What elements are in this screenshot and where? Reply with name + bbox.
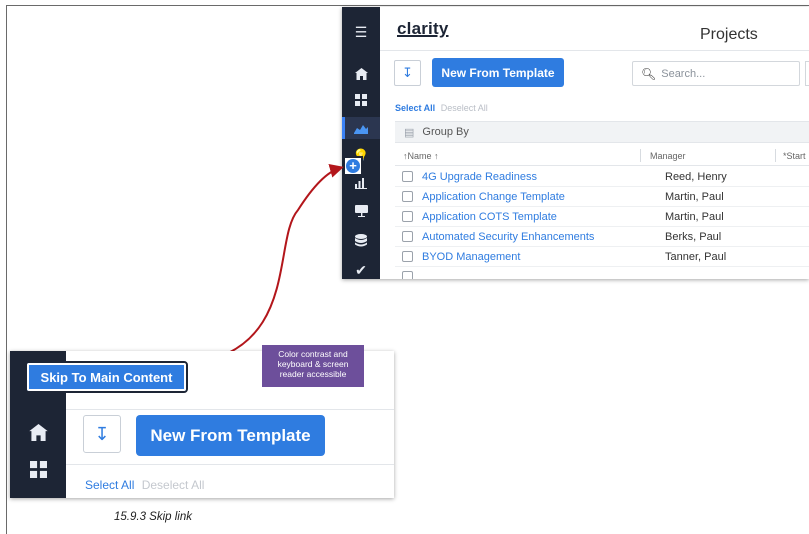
table-row[interactable]: Application COTS Template Martin, Paul	[395, 207, 809, 227]
group-by-label: Group By	[422, 126, 469, 138]
presentation-icon[interactable]	[342, 200, 380, 222]
manager-cell: Tanner, Paul	[665, 251, 727, 263]
select-all-link[interactable]: Select All	[85, 478, 134, 492]
select-all-link[interactable]: Select All	[395, 103, 435, 113]
column-header-name[interactable]: ↑Name ↑	[403, 151, 439, 161]
row-checkbox[interactable]	[402, 171, 413, 182]
app-sidebar: ☰ 💡 ✔	[342, 7, 380, 279]
project-name-link[interactable]: Application Change Template	[422, 191, 565, 203]
sort-button[interactable]: ↧	[394, 60, 421, 86]
callout-line: Color contrast and	[278, 349, 348, 359]
row-checkbox[interactable]	[402, 191, 413, 202]
manager-cell: Reed, Henry	[665, 171, 727, 183]
sort-down-icon: ↧	[402, 65, 413, 80]
group-by-bar[interactable]: ▤ Group By	[395, 121, 809, 143]
plus-icon: +	[346, 159, 360, 173]
search-input[interactable]: 🔍︎ Search...	[632, 61, 800, 86]
app-screenshot: ☰ 💡 ✔ clarity Projects ↧ New From Templa…	[342, 7, 809, 279]
column-separator	[775, 149, 776, 162]
zoom-header-divider	[66, 409, 394, 410]
table-header: ↑Name ↑ Manager *Start	[395, 146, 809, 166]
database-icon[interactable]	[342, 229, 380, 251]
chart-icon[interactable]	[342, 117, 380, 139]
callout-line: reader accessible	[279, 369, 347, 379]
table-row[interactable]: Automated Security Enhancements Berks, P…	[395, 227, 809, 247]
home-icon[interactable]	[342, 63, 380, 85]
sort-button[interactable]: ↧	[83, 415, 121, 453]
row-checkbox[interactable]	[402, 271, 413, 279]
home-icon[interactable]	[10, 424, 66, 441]
column-separator	[640, 149, 641, 162]
app-main: clarity Projects ↧ New From Template 🔍︎ …	[380, 7, 809, 279]
new-from-template-button[interactable]: New From Template	[432, 58, 564, 87]
project-name-link[interactable]: 4G Upgrade Readiness	[422, 171, 537, 183]
callout-line: keyboard & screen	[277, 359, 349, 369]
grid-icon[interactable]	[10, 461, 66, 478]
filter-icon[interactable]: ▼	[805, 61, 809, 86]
sort-down-icon: ↧	[94, 423, 110, 444]
check-icon[interactable]: ✔	[342, 259, 380, 279]
manager-cell: Martin, Paul	[665, 191, 724, 203]
manager-cell: Berks, Paul	[665, 231, 722, 243]
clarity-logo: clarity	[397, 19, 449, 38]
selection-links: Select All Deselect All	[395, 103, 488, 113]
table-row[interactable]	[395, 267, 809, 279]
row-checkbox[interactable]	[402, 231, 413, 242]
row-checkbox[interactable]	[402, 251, 413, 262]
search-icon: 🔍︎	[641, 66, 657, 81]
search-placeholder: Search...	[661, 67, 706, 80]
project-name-link[interactable]: Automated Security Enhancements	[422, 231, 594, 243]
menu-icon[interactable]: ☰	[342, 21, 380, 43]
new-from-template-button[interactable]: New From Template	[136, 415, 325, 456]
figure-caption: 15.9.3 Skip link	[114, 511, 192, 523]
row-checkbox[interactable]	[402, 211, 413, 222]
column-header-manager[interactable]: Manager	[650, 151, 686, 161]
selection-links: Select All Deselect All	[85, 478, 204, 492]
table-row[interactable]: BYOD Management Tanner, Paul C	[395, 247, 809, 267]
skip-to-main-content-link[interactable]: Skip To Main Content	[25, 361, 188, 393]
project-name-link[interactable]: Application COTS Template	[422, 211, 557, 223]
header-divider	[380, 50, 809, 51]
zoom-toolbar-divider	[66, 464, 394, 465]
page-title: Projects	[700, 26, 758, 43]
deselect-all-link[interactable]: Deselect All	[441, 103, 488, 113]
manager-cell: Martin, Paul	[665, 211, 724, 223]
group-by-icon: ▤	[404, 126, 415, 139]
table-row[interactable]: 4G Upgrade Readiness Reed, Henry A	[395, 167, 809, 187]
accessibility-callout: Color contrast and keyboard & screen rea…	[262, 345, 364, 387]
deselect-all-link[interactable]: Deselect All	[142, 478, 205, 492]
project-name-link[interactable]: BYOD Management	[422, 251, 520, 263]
add-item-button[interactable]: +	[343, 156, 363, 176]
column-header-start[interactable]: *Start	[783, 151, 806, 161]
table-row[interactable]: Application Change Template Martin, Paul	[395, 187, 809, 207]
grid-icon[interactable]	[342, 89, 380, 111]
